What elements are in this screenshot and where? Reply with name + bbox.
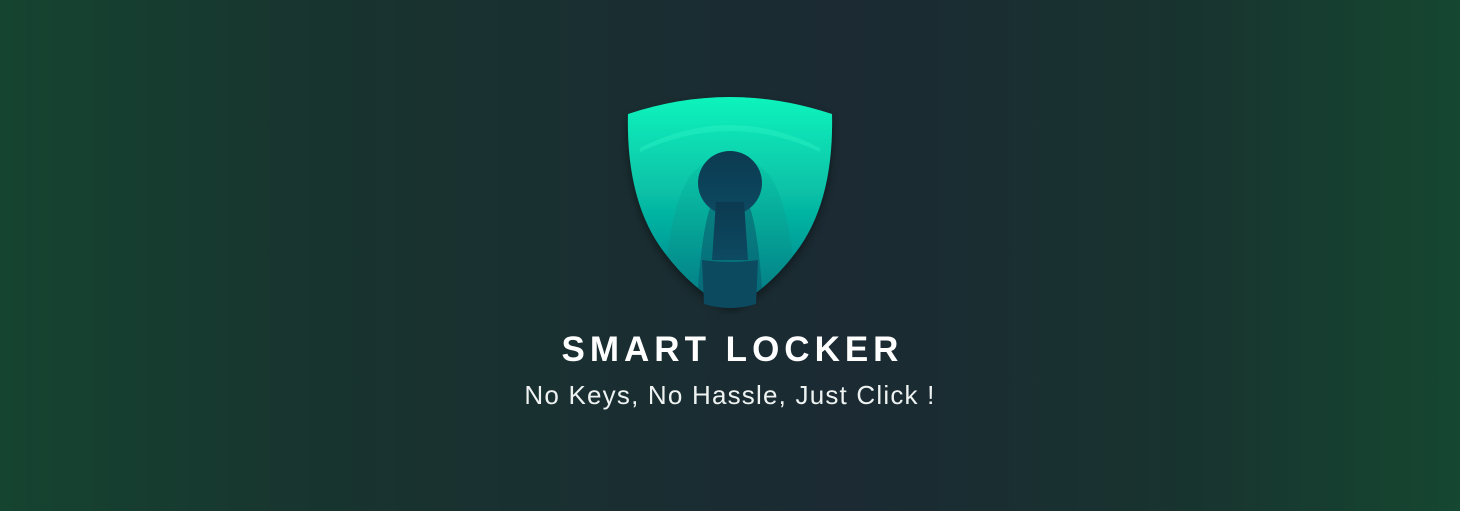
tagline: No Keys, No Hassle, Just Click ! <box>524 380 936 410</box>
page-title: SMART LOCKER <box>561 330 904 369</box>
banner-background: SMART LOCKER No Keys, No Hassle, Just Cl… <box>0 0 1460 511</box>
shield-keyhole-icon <box>620 92 840 314</box>
